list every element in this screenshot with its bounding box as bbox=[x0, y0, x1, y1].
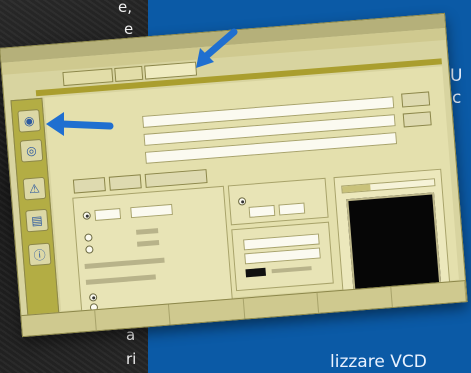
browse-button[interactable] bbox=[401, 91, 431, 108]
status-cell bbox=[95, 304, 171, 331]
combo-box[interactable] bbox=[130, 203, 173, 219]
position-bar[interactable] bbox=[341, 178, 436, 194]
options-group bbox=[72, 185, 234, 318]
radio-option[interactable] bbox=[82, 211, 92, 220]
radio-option[interactable] bbox=[85, 245, 94, 254]
text-fragment: lizzare VCD bbox=[330, 352, 427, 372]
status-cell bbox=[243, 292, 319, 319]
main-panel bbox=[44, 66, 459, 318]
action-button[interactable] bbox=[144, 169, 208, 188]
warning-icon[interactable]: ⚠ bbox=[22, 176, 47, 201]
status-cell bbox=[391, 281, 467, 307]
option-label bbox=[136, 240, 160, 247]
text-fragment: c bbox=[452, 88, 462, 108]
color-swatch[interactable] bbox=[245, 267, 267, 278]
pointer-arrow-icon bbox=[46, 112, 114, 136]
options-group bbox=[227, 177, 329, 226]
radio-option[interactable] bbox=[84, 233, 93, 242]
tab-2[interactable] bbox=[114, 65, 144, 82]
combo-box[interactable] bbox=[278, 202, 306, 216]
text-fragment: U bbox=[450, 66, 463, 86]
option-label bbox=[136, 228, 159, 235]
action-button[interactable] bbox=[72, 177, 106, 194]
status-cell bbox=[317, 286, 393, 313]
text-fragment: e, bbox=[118, 0, 132, 16]
option-label bbox=[85, 274, 156, 285]
option-label bbox=[84, 257, 165, 269]
disc-icon[interactable]: ◎ bbox=[19, 138, 44, 163]
action-button[interactable] bbox=[108, 174, 142, 191]
option-label bbox=[271, 266, 312, 274]
text-fragment: ri bbox=[126, 350, 137, 368]
text-fragment: e bbox=[124, 20, 134, 38]
combo-box[interactable] bbox=[94, 207, 122, 221]
radio-option[interactable] bbox=[88, 293, 98, 302]
pointer-arrow-icon bbox=[196, 28, 238, 68]
browse-button[interactable] bbox=[402, 111, 432, 128]
info-icon[interactable]: ⓘ bbox=[27, 242, 52, 267]
combo-box[interactable] bbox=[248, 204, 276, 218]
globe-icon[interactable]: ◉ bbox=[17, 109, 41, 133]
combo-box[interactable] bbox=[244, 247, 321, 265]
document-icon[interactable]: ▤ bbox=[25, 208, 49, 233]
status-cell bbox=[169, 298, 245, 325]
radio-option[interactable] bbox=[237, 197, 247, 206]
tab-1[interactable] bbox=[62, 68, 114, 87]
options-group bbox=[231, 221, 334, 292]
